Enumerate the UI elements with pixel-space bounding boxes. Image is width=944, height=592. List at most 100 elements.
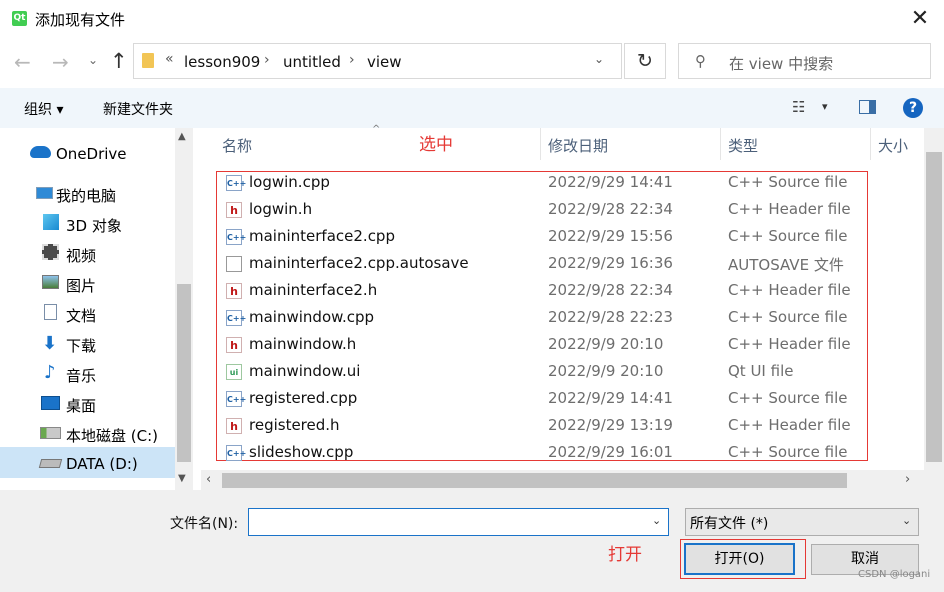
nav-item-pictures[interactable]: 图片 (66, 275, 96, 296)
file-row-date: 2022/9/28 22:34 (548, 281, 673, 299)
ui-file-icon: ui (226, 364, 242, 380)
breadcrumb-separator[interactable]: › (349, 52, 355, 68)
file-row-type: C++ Source file (728, 173, 848, 191)
breadcrumb-untitled[interactable]: untitled (283, 53, 341, 71)
file-list-scrollbar-thumb[interactable] (926, 152, 942, 462)
nav-item-3d-objects[interactable]: 3D 对象 (66, 215, 122, 236)
cpp-file-icon: C++ (226, 175, 246, 191)
horizontal-scrollbar-thumb[interactable] (222, 473, 847, 488)
sort-ascending-icon: ^ (372, 124, 381, 135)
nav-scroll-up-icon[interactable]: ▲ (178, 131, 186, 142)
back-button[interactable]: ← (14, 50, 31, 74)
recent-locations-button[interactable]: ⌄ (88, 53, 98, 67)
file-row-type: C++ Source file (728, 227, 848, 245)
file-row-date: 2022/9/29 16:36 (548, 254, 673, 272)
file-row-name[interactable]: logwin.cpp (249, 173, 330, 191)
drive-d-icon (38, 459, 63, 468)
scroll-left-icon[interactable]: ‹ (206, 472, 211, 487)
filename-dropdown-icon[interactable]: ⌄ (652, 514, 661, 527)
column-header-date[interactable]: 修改日期 (548, 135, 608, 156)
file-row-name[interactable]: mainwindow.h (249, 335, 356, 353)
folder-icon (142, 53, 154, 68)
breadcrumb-separator[interactable]: › (264, 52, 270, 68)
view-dropdown-icon[interactable]: ▾ (822, 100, 828, 113)
breadcrumb-view[interactable]: view (367, 53, 402, 71)
annotation-select-label: 选中 (419, 135, 453, 155)
up-button[interactable]: ↑ (110, 49, 128, 73)
file-row-date: 2022/9/28 22:23 (548, 308, 673, 326)
open-button[interactable]: 打开(O) (684, 543, 795, 575)
computer-icon (36, 187, 53, 199)
watermark: CSDN @logani (858, 569, 931, 580)
file-row-name[interactable]: maininterface2.cpp (249, 227, 395, 245)
nav-scrollbar-thumb[interactable] (177, 284, 191, 462)
file-row-name[interactable]: slideshow.cpp (249, 443, 353, 461)
search-placeholder: 在 view 中搜索 (729, 55, 834, 73)
drive-c-icon (40, 427, 61, 439)
column-header-type[interactable]: 类型 (728, 135, 758, 156)
generic-file-icon (226, 256, 242, 272)
documents-icon (44, 304, 57, 320)
column-divider[interactable] (870, 128, 871, 160)
cpp-file-icon: C++ (226, 391, 246, 407)
nav-item-drive-d[interactable]: DATA (D:) (66, 455, 138, 473)
cpp-file-icon: C++ (226, 445, 246, 461)
refresh-button[interactable]: ↻ (624, 43, 666, 79)
file-row-type: C++ Header file (728, 200, 851, 218)
preview-pane-icon[interactable] (859, 100, 876, 114)
column-divider[interactable] (720, 128, 721, 160)
nav-item-drive-c[interactable]: 本地磁盘 (C:) (66, 425, 158, 446)
scroll-right-icon[interactable]: › (905, 472, 910, 487)
file-row-date: 2022/9/29 13:19 (548, 416, 673, 434)
header-file-icon: h (226, 337, 242, 353)
nav-item-downloads[interactable]: 下载 (66, 335, 96, 356)
nav-item-this-pc[interactable]: 我的电脑 (56, 185, 116, 206)
search-icon: ⚲ (695, 52, 706, 70)
cpp-file-icon: C++ (226, 310, 246, 326)
column-header-size[interactable]: 大小 (878, 135, 908, 156)
column-divider[interactable] (540, 128, 541, 160)
cpp-file-icon: C++ (226, 229, 246, 245)
title-bar (0, 0, 944, 38)
forward-button[interactable]: → (52, 50, 69, 74)
annotation-open-label: 打开 (608, 545, 642, 565)
header-file-icon: h (226, 283, 242, 299)
file-row-name[interactable]: maininterface2.h (249, 281, 377, 299)
breadcrumb-overflow[interactable]: « (165, 51, 174, 67)
nav-item-documents[interactable]: 文档 (66, 305, 96, 326)
file-row-type: C++ Source file (728, 389, 848, 407)
file-row-date: 2022/9/28 22:34 (548, 200, 673, 218)
file-row-type: AUTOSAVE 文件 (728, 256, 844, 274)
desktop-icon (41, 396, 60, 410)
pictures-icon (42, 275, 59, 289)
file-row-name[interactable]: mainwindow.cpp (249, 308, 374, 326)
filetype-dropdown-icon[interactable]: ⌄ (902, 514, 911, 527)
qt-app-icon: Qt (12, 11, 27, 26)
file-row-date: 2022/9/29 15:56 (548, 227, 673, 245)
address-dropdown-icon[interactable]: ⌄ (594, 52, 604, 66)
view-options-icon[interactable]: ☷ (792, 98, 805, 116)
file-row-date: 2022/9/9 20:10 (548, 362, 664, 380)
file-row-type: C++ Header file (728, 416, 851, 434)
file-row-name[interactable]: registered.h (249, 416, 340, 434)
filetype-value: 所有文件 (*) (690, 516, 769, 532)
filename-input[interactable] (248, 508, 669, 536)
file-row-date: 2022/9/9 20:10 (548, 335, 664, 353)
nav-scroll-down-icon[interactable]: ▼ (178, 473, 186, 484)
file-row-name[interactable]: mainwindow.ui (249, 362, 360, 380)
close-button[interactable]: ✕ (902, 4, 938, 34)
file-row-name[interactable]: maininterface2.cpp.autosave (249, 254, 469, 272)
nav-item-music[interactable]: 音乐 (66, 365, 96, 386)
organize-button[interactable]: 组织 ▾ (24, 99, 63, 119)
new-folder-button[interactable]: 新建文件夹 (103, 99, 173, 119)
file-row-name[interactable]: logwin.h (249, 200, 312, 218)
header-file-icon: h (226, 418, 242, 434)
video-icon (42, 244, 59, 260)
help-icon[interactable]: ? (903, 98, 923, 118)
nav-item-videos[interactable]: 视频 (66, 245, 96, 266)
breadcrumb-lesson909[interactable]: lesson909 (184, 53, 260, 71)
file-row-name[interactable]: registered.cpp (249, 389, 357, 407)
nav-item-onedrive[interactable]: OneDrive (56, 145, 127, 163)
nav-item-desktop[interactable]: 桌面 (66, 395, 96, 416)
column-header-name[interactable]: 名称 (222, 135, 252, 156)
